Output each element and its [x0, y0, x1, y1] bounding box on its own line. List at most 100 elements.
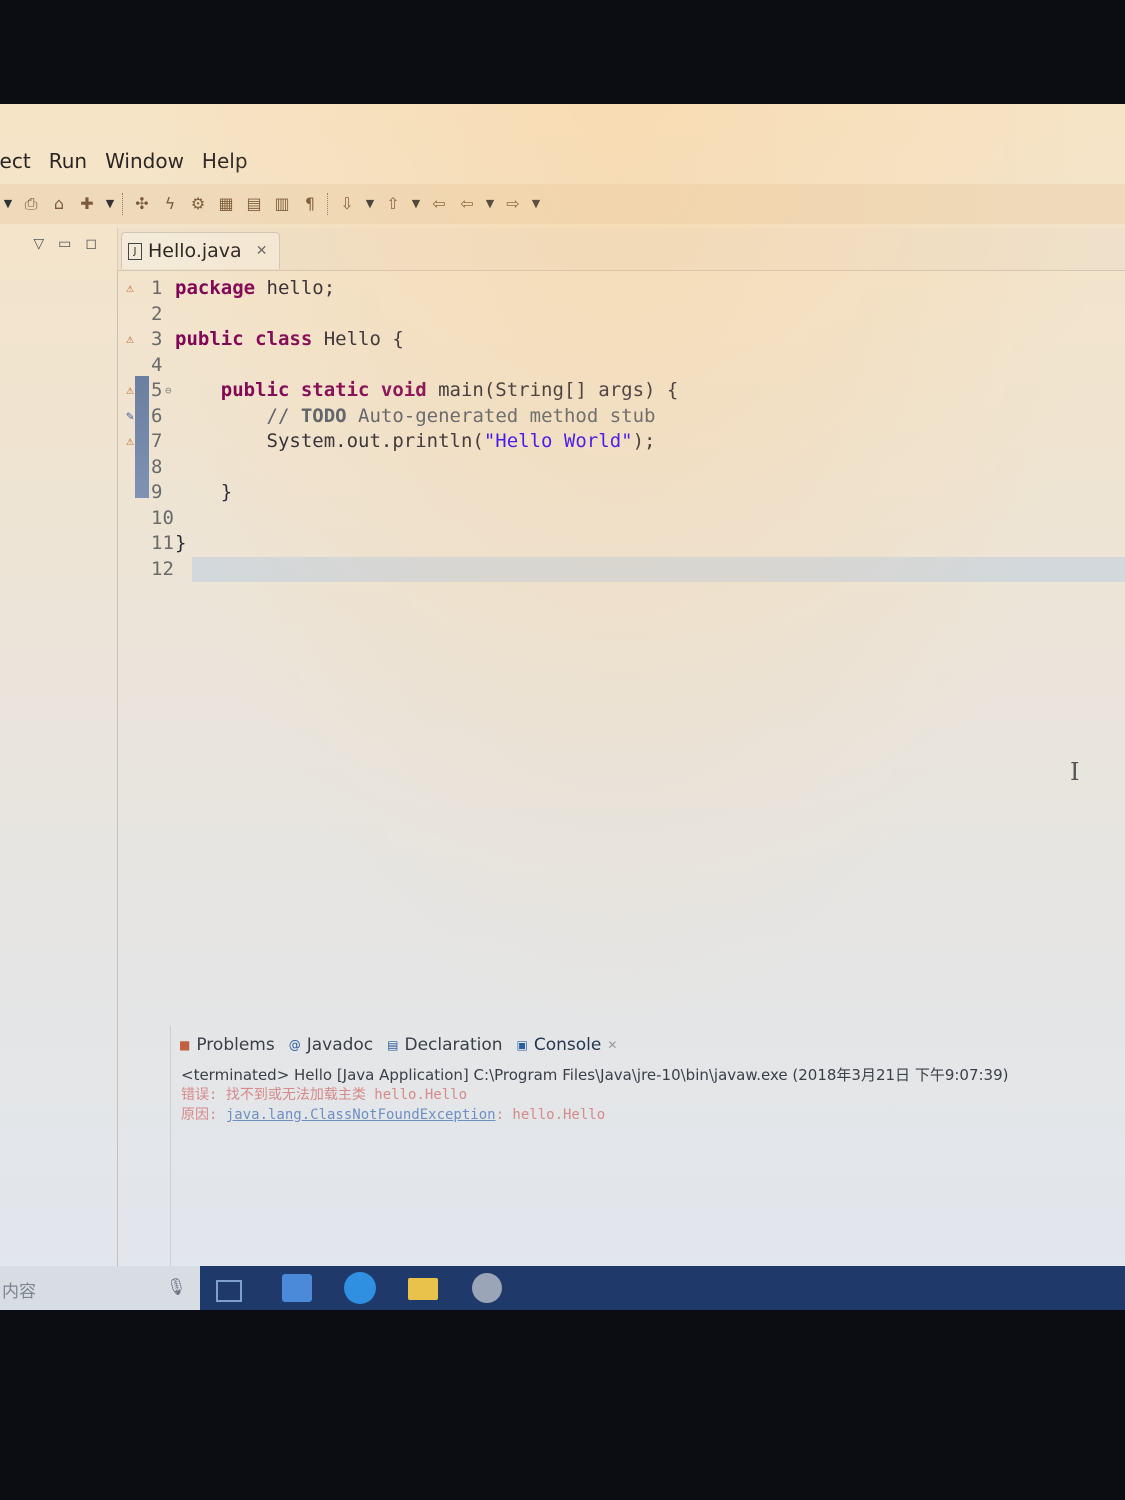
search-placeholder: 内容: [2, 1282, 36, 1302]
search-icon[interactable]: ▤: [243, 193, 265, 215]
code-line[interactable]: 12: [151, 556, 1125, 582]
code-token: //: [175, 404, 301, 427]
close-icon[interactable]: ✕: [607, 1038, 617, 1052]
dropdown-icon[interactable]: ▼: [484, 193, 496, 215]
error-cause: 原因: java.lang.ClassNotFoundException: he…: [181, 1104, 605, 1124]
code-line[interactable]: ⚠ 1 package hello;: [117, 276, 1125, 301]
task-view-icon[interactable]: [216, 1280, 242, 1302]
microphone-icon[interactable]: 🎙: [166, 1277, 186, 1296]
new-class-icon[interactable]: ▦: [215, 193, 237, 215]
code-token: hello;: [255, 277, 336, 299]
code-text: System.out.println("Hello World");: [175, 429, 656, 454]
open-icon[interactable]: ⌂: [48, 193, 70, 215]
code-token: System.out.println(: [175, 430, 484, 452]
warning-marker-icon: ⚠: [126, 332, 134, 347]
code-line[interactable]: 9 }: [117, 480, 1125, 505]
tab-title: Hello.java: [148, 240, 242, 262]
tab-label: Problems: [196, 1035, 275, 1055]
code-line[interactable]: ⚠ 3 public class Hello {: [117, 327, 1125, 352]
menu-help[interactable]: Help: [202, 149, 248, 173]
code-text: // TODO Auto-generated method stub: [175, 404, 656, 429]
code-token: public static void: [175, 379, 427, 401]
eclipse-icon[interactable]: [472, 1273, 502, 1303]
minimize-icon[interactable]: ▭: [58, 236, 71, 252]
back-icon[interactable]: ⇦: [456, 193, 478, 215]
code-text: public class Hello {: [175, 327, 404, 352]
tab-declaration[interactable]: ▤ Declaration: [387, 1035, 502, 1055]
console-panel: ■ Problems @ Javadoc ▤ Declaration ▣ Con…: [170, 1026, 1125, 1266]
file-explorer-icon[interactable]: [408, 1278, 438, 1300]
close-icon[interactable]: ✕: [256, 243, 268, 259]
dropdown-icon[interactable]: ▼: [2, 193, 14, 215]
store-icon[interactable]: [282, 1274, 312, 1302]
external-tools-icon[interactable]: ⚙: [187, 193, 209, 215]
code-token: Auto-generated method stub: [346, 404, 656, 427]
error-cause-prefix: 原因:: [181, 1107, 226, 1123]
problems-icon: ■: [179, 1038, 191, 1052]
java-file-icon: J: [128, 242, 142, 260]
code-editor[interactable]: ⚠ 1 package hello; 2 ⚠ 3 public class Hello {4…: [117, 272, 1125, 1032]
error-message: 错误: 找不到或无法加载主类 hello.Hello: [181, 1087, 468, 1103]
menu-window[interactable]: Window: [105, 149, 184, 173]
monitor-screen: ject Run Window Help ▼ ⎙ ⌂ ✚ ▼ ✣ ϟ ⚙ ▦ ▤…: [0, 104, 1125, 1310]
menu-project[interactable]: ject: [0, 149, 31, 173]
last-edit-icon[interactable]: ⇦: [428, 193, 450, 215]
debug-icon[interactable]: ✣: [131, 193, 153, 215]
code-token: }: [175, 481, 233, 503]
windows-taskbar: 内容 🎙: [0, 1266, 1125, 1310]
save-icon[interactable]: ✚: [76, 193, 98, 215]
new-icon[interactable]: ⎙: [20, 193, 42, 215]
code-line[interactable]: 11}: [117, 531, 1125, 556]
dropdown-icon[interactable]: ▼: [104, 193, 116, 215]
code-text: package hello;: [175, 276, 335, 301]
tab-label: Console: [533, 1035, 602, 1055]
warning-marker-icon: ⚠: [126, 383, 134, 398]
error-cause-suffix: : hello.Hello: [495, 1107, 606, 1123]
code-line[interactable]: ⚠ 7 System.out.println("Hello World");: [117, 429, 1125, 454]
line-number: 12: [151, 557, 174, 580]
exception-link[interactable]: java.lang.ClassNotFoundException: [226, 1107, 496, 1123]
task-marker-icon: ✎: [126, 408, 134, 424]
warning-marker-icon: ⚠: [126, 281, 134, 296]
code-line[interactable]: 10: [117, 506, 1125, 531]
taskbar-search-box[interactable]: 内容 🎙: [0, 1266, 200, 1310]
editor-tab-bar: J Hello.java ✕: [117, 228, 1125, 271]
line-number: 8: [151, 455, 163, 478]
tab-console[interactable]: ▣ Console ✕: [517, 1035, 618, 1055]
next-annotation-icon[interactable]: ⇩: [336, 193, 358, 215]
tab-label: Javadoc: [306, 1035, 374, 1055]
line-number: 4: [151, 353, 163, 376]
code-line[interactable]: 8: [117, 455, 1125, 480]
tab-problems[interactable]: ■ Problems: [179, 1035, 275, 1055]
code-token: TODO: [300, 404, 347, 427]
code-line[interactable]: ✎ 6 // TODO Auto-generated method stub: [117, 404, 1125, 429]
code-line[interactable]: 4: [117, 353, 1125, 378]
dropdown-icon[interactable]: ▼: [410, 193, 422, 215]
pilcrow-icon[interactable]: ¶: [299, 193, 321, 215]
declaration-icon: ▤: [387, 1038, 399, 1052]
edge-icon[interactable]: [344, 1272, 376, 1304]
run-icon[interactable]: ϟ: [159, 193, 181, 215]
dropdown-icon[interactable]: ▼: [530, 193, 542, 215]
code-line[interactable]: 2: [117, 302, 1125, 327]
text-cursor-icon: I: [1070, 758, 1080, 786]
annotation-icon[interactable]: ▥: [271, 193, 293, 215]
prev-annotation-icon[interactable]: ⇧: [382, 193, 404, 215]
dropdown-icon[interactable]: ▼: [364, 193, 376, 215]
line-number: 10: [151, 506, 174, 529]
fold-icon[interactable]: ⊖: [165, 378, 172, 403]
toolbar-separator: [122, 193, 125, 215]
warning-marker-icon: ⚠: [126, 434, 134, 449]
tab-hello-java[interactable]: J Hello.java ✕: [121, 232, 281, 269]
forward-icon[interactable]: ⇨: [502, 193, 524, 215]
package-explorer-panel: ▽ ▭ ◻: [0, 228, 118, 1268]
menu-run[interactable]: Run: [49, 149, 87, 173]
tab-javadoc[interactable]: @ Javadoc: [289, 1035, 373, 1055]
view-menu-icon[interactable]: ▽: [33, 236, 44, 252]
code-line[interactable]: ⚠ 5 ⊖ public static void main(String[] arg…: [117, 378, 1125, 403]
maximize-icon[interactable]: ◻: [85, 236, 97, 252]
console-icon: ▣: [516, 1038, 528, 1052]
menu-bar: ject Run Window Help: [0, 144, 1125, 178]
code-token: package: [175, 277, 256, 299]
code-text: }: [175, 480, 232, 505]
